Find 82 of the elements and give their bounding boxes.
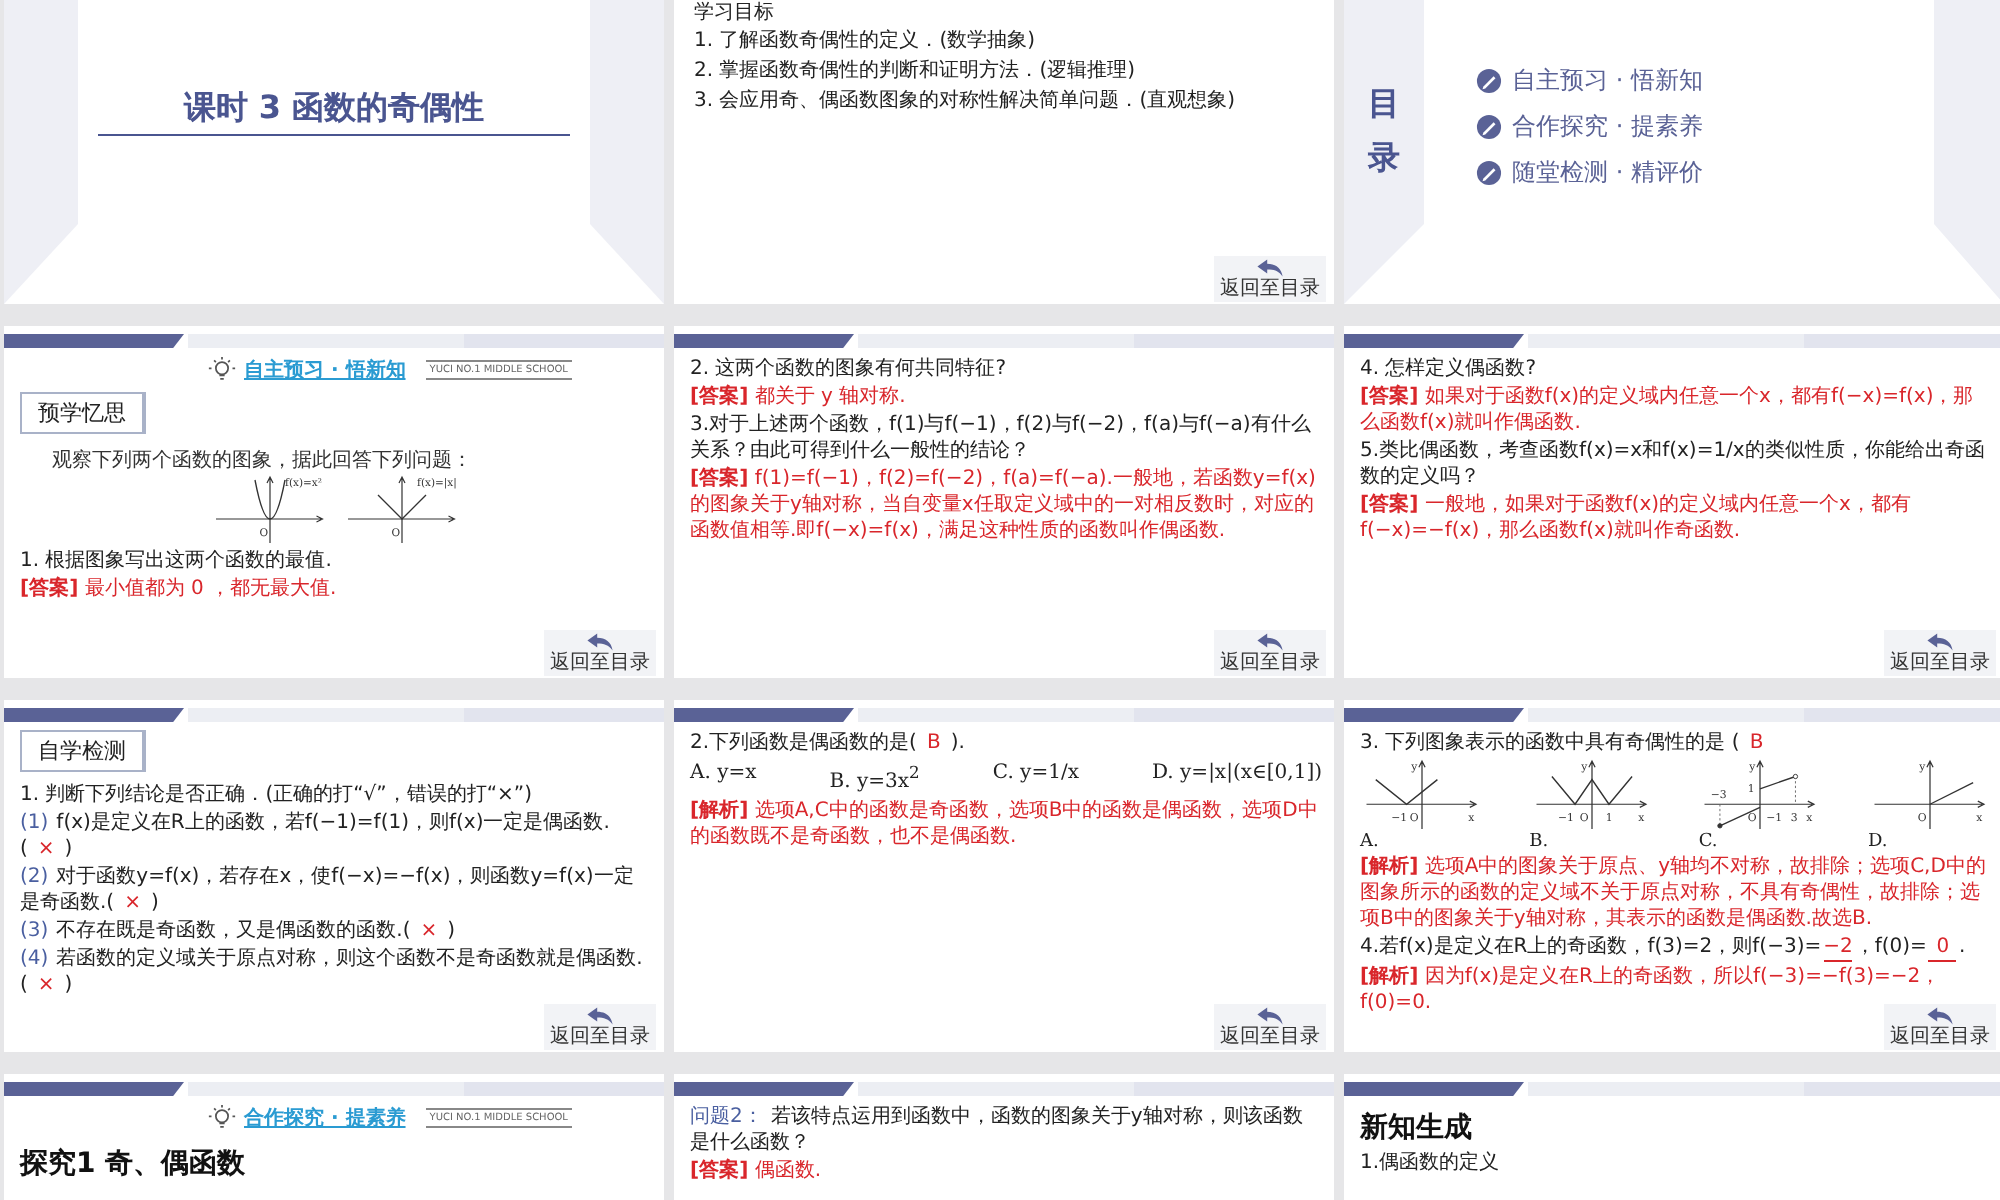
toc-link[interactable]: 随堂检测 · 精评价: [1512, 156, 1703, 190]
answer-text: [答案] 偶函数.: [690, 1158, 823, 1184]
slide-card[interactable]: 2.下列函数是偶函数的是( B ). A. y=x B. y=3x$^{2}$ C. y=1/x D. y=|x|(x∈[0,1]) [解析] 选项A,C中的函数是奇函数，选项B中的函数是偶函数，选项D中的函数既不是奇函数，也不是偶函数. 返回至目录: [674, 700, 1334, 1052]
question-text: (4) 若函数的定义域关于原点对称，则这个函数不是奇函数就是偶函数.( × ): [20, 946, 645, 998]
answer-text: [解析] 选项A中的图象关于原点、y轴均不对称，故排除；选项C,D中的图象所示的函数的定义域不关于原点对称，不具有奇偶性，故排除；选项B中的图象关于y轴对称，其表示的函数是偶函数.故选B.: [1360, 854, 1988, 932]
answer-text: [解析] 选项A,C中的函数是奇函数，选项B中的函数是偶函数，选项D中的函数既不是奇函数，也不是偶函数.: [690, 798, 1320, 851]
section-tag: 自学检测: [20, 730, 146, 772]
toc-link[interactable]: 自主预习 · 悟新知: [1512, 64, 1703, 98]
section-title: 合作探究 · 提素养: [244, 1104, 406, 1132]
slide-card[interactable]: 新知生成 1.偶函数的定义: [1344, 1074, 2000, 1200]
graph-drawing: [215, 475, 324, 544]
pencil-icon: [1476, 114, 1502, 140]
question-text: 1. 判断下列结论是否正确．(正确的打“√”，错误的打“×”): [20, 782, 534, 808]
answer-option: D. y=|x|(x∈[0,1]): [1152, 762, 1322, 793]
option-label: A.: [1360, 832, 1379, 852]
back-arrow-icon: [586, 632, 614, 652]
graph-drawing: [1365, 759, 1478, 830]
back-to-contents-button[interactable]: 返回至目录: [544, 630, 656, 676]
lightbulb-icon: [208, 356, 236, 384]
objective-item: 3. 会应用奇、偶函数图象的对称性解决简单问题．(直观想象): [694, 90, 1238, 114]
question-text: 3.对于上述两个函数，f(1)与f(−1)，f(2)与f(−2)，f(a)与f(−a)有什么关系？由此可得到什么一般性的结论？: [690, 412, 1313, 464]
answer-text: [答案] 都关于 y 轴对称.: [690, 384, 908, 410]
answer-text: [答案] 如果对于函数f(x)的定义域内任意一个x，都有f(−x)=f(x)，那么函数f(x)就叫作偶函数.: [1360, 384, 1976, 436]
question-text: (1) f(x)是定义在R上的函数，若f(−1)=f(1)，则f(x)一定是偶函数.( × ): [20, 810, 612, 862]
graph-drawing: [1535, 759, 1647, 830]
section-heading: 探究1 奇、偶函数: [20, 1146, 248, 1182]
answer-option: C. y=1/x: [992, 762, 1079, 793]
toc-link[interactable]: 合作探究 · 提素养: [1512, 110, 1703, 144]
slide-card[interactable]: 目录 自主预习 · 悟新知 合作探究 · 提素养 随堂检测 · 精评价: [1344, 0, 2000, 304]
question-text: 3. 下列图象表示的函数中具有奇偶性的是 ( B: [1360, 730, 1766, 756]
slide-card[interactable]: [674, 326, 1334, 678]
question-text: 2. 这两个函数的图象有何共同特征?: [690, 356, 1009, 382]
question-text: 1.偶函数的定义: [1360, 1150, 1502, 1176]
option-label: C.: [1698, 832, 1718, 852]
objectives-heading: 学习目标: [694, 0, 776, 26]
intro-text: 观察下列两个函数的图象，据此回答下列问题：: [52, 447, 474, 474]
slide-card[interactable]: 课时 3 函数的奇偶性: [4, 0, 664, 304]
slide-card[interactable]: 问题2： 若该特点运用到函数中，函数的图象关于y轴对称，则该函数是什么函数？ [答案] 偶函数.: [674, 1074, 1334, 1200]
toc-heading: 目录: [1368, 82, 1400, 181]
objective-item: 1. 了解函数奇偶性的定义．(数学抽象): [694, 30, 1038, 54]
question-text: 1. 根据图象写出这两个函数的最值.: [20, 548, 334, 574]
back-arrow-icon: [1256, 632, 1284, 652]
answer-text: [答案] 一般地，如果对于函数f(x)的定义域内任意一个x，都有f(−x)=−f(x)，那么函数f(x)就叫作奇函数.: [1360, 492, 1913, 544]
back-to-contents-button[interactable]: 返回至目录: [1884, 630, 1996, 676]
question-text: (2) 对于函数y=f(x)，若存在x，使f(−x)=−f(x)，则函数y=f(x)一定是奇函数.( × ): [20, 864, 636, 916]
question-text: 4. 怎样定义偶函数?: [1360, 356, 1539, 382]
objective-item: 2. 掌握函数奇偶性的判断和证明方法．(逻辑推理): [694, 60, 1138, 84]
section-tag: 预学忆思: [20, 392, 146, 434]
pencil-icon: [1476, 68, 1502, 94]
pencil-icon: [1476, 160, 1502, 186]
back-to-contents-button[interactable]: 返回至目录: [1214, 256, 1326, 302]
slide-card[interactable]: [4, 700, 664, 1052]
answer-option: A. y=x: [690, 762, 757, 793]
back-to-contents-button[interactable]: 返回至目录: [1214, 1004, 1326, 1050]
answer-text: [答案] f(1)=f(−1)，f(2)=f(−2)，f(a)=f(−a).一般地，若函数y=f(x)的图象关于y轴对称，当自变量x任取定义域中的一对相反数时，对应的函数值相等.即f(−x)=f(x)，满足这种性质的函数叫作偶函数.: [690, 466, 1318, 544]
section-heading: 新知生成: [1360, 1110, 1474, 1146]
back-arrow-icon: [1926, 632, 1954, 652]
slide-card[interactable]: 4. 怎样定义偶函数? [答案] 如果对于函数f(x)的定义域内任意一个x，都有f(−x)=f(x)，那么函数f(x)就叫作偶函数. 5.类比偶函数，考查函数f(x)=x和f(x)=1/x的类似性质，你能给出奇函数的定义吗？ [答案] 一般地，如果对于函数f(x)的定义域内任意一个x，都有f(−x)=−f(x)，那么函数f(x)就叫作奇函数. 返回至目录: [1344, 326, 2000, 678]
option-label: B.: [1529, 832, 1549, 852]
graph-drawing: [1873, 759, 1986, 830]
section-title: 自主预习 · 悟新知: [244, 356, 406, 384]
back-to-contents-button[interactable]: 返回至目录: [544, 1004, 656, 1050]
question-text: 5.类比偶函数，考查函数f(x)=x和f(x)=1/x的类似性质，你能给出奇函数的定义吗？: [1360, 438, 1987, 490]
slide-title: 课时 3 函数的奇偶性: [98, 88, 570, 136]
back-arrow-icon: [1256, 1006, 1284, 1026]
back-arrow-icon: [1256, 258, 1284, 278]
answer-option: B. y=3x$^{2}$: [829, 762, 920, 793]
back-to-contents-button[interactable]: 返回至目录: [1214, 630, 1326, 676]
question-text: 4.若f(x)是定义在R上的奇函数，f(3)=2，则f(−3)=−2，f(0)= 0 .: [1360, 934, 1968, 962]
lightbulb-icon: [208, 1104, 236, 1132]
question-text: 问题2： 若该特点运用到函数中，函数的图象关于y轴对称，则该函数是什么函数？: [690, 1104, 1305, 1156]
graph-drawing: [347, 475, 456, 544]
slide-card[interactable]: [1344, 700, 2000, 1052]
answer-text: [答案] 最小值都为 0 ，都无最大值.: [20, 576, 339, 602]
back-to-contents-button[interactable]: 返回至目录: [1884, 1004, 1996, 1050]
question-text: (3) 不存在既是奇函数，又是偶函数的函数.( × ): [20, 918, 458, 944]
option-label: D.: [1867, 832, 1888, 852]
slide-card[interactable]: 学习目标 1. 了解函数奇偶性的定义．(数学抽象) 2. 掌握函数奇偶性的判断和证明方法．(逻辑推理) 3. 会应用奇、偶函数图象的对称性解决简单问题．(直观想象) 返回至目录: [674, 0, 1334, 304]
back-arrow-icon: [1926, 1006, 1954, 1026]
graph-drawing: [1704, 759, 1816, 830]
question-text: 2.下列函数是偶函数的是( B ).: [690, 730, 967, 756]
back-arrow-icon: [586, 1006, 614, 1026]
